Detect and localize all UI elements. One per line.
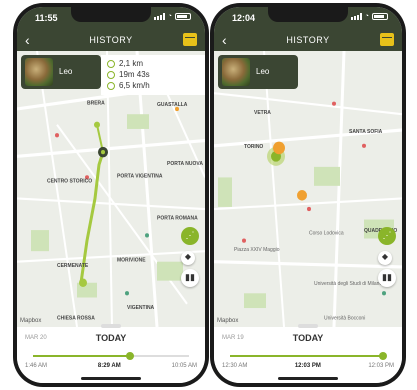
map-label: BRERA <box>87 101 105 107</box>
battery-icon <box>175 13 191 20</box>
map-label: Università Bocconi <box>324 316 365 322</box>
layers-icon: ▮▮ <box>382 272 392 282</box>
route-icon: ⋰ <box>382 230 392 240</box>
time-slider[interactable] <box>230 352 387 360</box>
phone-right: 12:04 ◔ ‹ HISTORY VETRA SANTA SOFIA TORI… <box>210 3 406 387</box>
map-label: SANTA SOFIA <box>349 129 383 135</box>
pet-name: Leo <box>59 67 73 76</box>
map-canvas: VETRA SANTA SOFIA QUADRONNO TORINO Unive… <box>214 51 402 327</box>
stat-speed: 6,5 km/h <box>107 80 199 91</box>
pet-card[interactable]: Leo <box>218 55 298 89</box>
shield-icon: ◆ <box>381 252 389 261</box>
tick-label-selected: 8:29 AM <box>97 363 121 369</box>
map-label: Piazza XXIV Maggio <box>234 247 280 253</box>
signal-icon <box>350 13 362 20</box>
map-label: VETRA <box>254 110 271 116</box>
route-icon <box>107 59 115 68</box>
map-label: CHIESA ROSSA <box>57 316 95 322</box>
nav-bar: ‹ HISTORY <box>214 29 402 51</box>
day-label: TODAY <box>292 333 324 343</box>
shield-button[interactable]: ◆ <box>181 251 195 265</box>
notch <box>71 7 151 22</box>
map-layers-button[interactable]: ▮▮ <box>181 269 199 287</box>
wifi-icon: ◔ <box>364 13 369 20</box>
map-label: TORINO <box>244 144 263 150</box>
calendar-icon[interactable] <box>183 33 197 46</box>
tick-label: 10:05 AM <box>171 363 197 369</box>
battery-icon <box>372 13 388 20</box>
drag-handle[interactable] <box>101 324 121 328</box>
map-label: PORTA NUOVA <box>167 161 203 167</box>
shield-icon: ◆ <box>184 252 192 261</box>
screenshot-stage: 11:55 ◔ ‹ HISTORY BRERA GUASTALLA PORTA … <box>0 0 417 390</box>
notch <box>268 7 348 22</box>
screen-left: 11:55 ◔ ‹ HISTORY BRERA GUASTALLA PORTA … <box>17 7 205 383</box>
shield-button[interactable]: ◆ <box>378 251 392 265</box>
slider-knob[interactable] <box>125 352 134 360</box>
map-view[interactable]: VETRA SANTA SOFIA QUADRONNO TORINO Unive… <box>214 51 402 327</box>
tick-label: 12:03 PM <box>368 363 394 369</box>
status-bar: 11:55 ◔ <box>17 7 205 29</box>
avatar <box>222 58 250 86</box>
mapbox-logo: Mapbox <box>217 318 239 324</box>
slider-knob[interactable] <box>378 352 387 360</box>
layers-icon: ▮▮ <box>185 272 195 282</box>
status-icons: ◔ <box>350 13 388 20</box>
map-label: CENTRO STORICO <box>47 179 92 185</box>
avatar <box>25 58 53 86</box>
timeline-panel: MAR 20 TODAY 1:46 AM 8:29 AM 10:05 AM <box>17 324 205 383</box>
map-layers-button[interactable]: ▮▮ <box>378 269 396 287</box>
tick-label-selected: 12:03 PM <box>294 363 321 369</box>
route-toggle-button[interactable]: ⋰ <box>181 227 199 245</box>
page-title: HISTORY <box>286 35 330 45</box>
day-label: TODAY <box>95 333 127 343</box>
nav-bar: ‹ HISTORY <box>17 29 205 51</box>
pet-card[interactable]: Leo <box>21 55 101 89</box>
home-indicator <box>81 377 141 380</box>
map-view[interactable]: BRERA GUASTALLA PORTA NUOVA PORTA VIGENT… <box>17 51 205 327</box>
pet-name: Leo <box>256 67 270 76</box>
stat-duration: 19m 43s <box>107 69 199 80</box>
tick-label: 12:30 AM <box>222 363 248 369</box>
slider-fill <box>33 355 130 357</box>
slider-fill <box>230 355 383 357</box>
time-slider[interactable] <box>33 352 189 360</box>
route-icon: ⋰ <box>185 230 195 240</box>
status-time: 11:55 <box>35 13 58 23</box>
tick-label: 1:46 AM <box>25 363 48 369</box>
mapbox-logo: Mapbox <box>20 318 42 324</box>
timeline-panel: MAR 19 TODAY 12:30 AM 12:03 PM 12:03 PM <box>214 324 402 383</box>
route-stats: 2,1 km 19m 43s 6,5 km/h <box>101 55 205 95</box>
status-time: 12:04 <box>232 13 256 23</box>
phone-left: 11:55 ◔ ‹ HISTORY BRERA GUASTALLA PORTA … <box>13 3 209 387</box>
time-ticks: 12:30 AM 12:03 PM 12:03 PM <box>222 363 394 369</box>
signal-icon <box>153 13 165 20</box>
timer-icon <box>107 70 115 79</box>
screen-right: 12:04 ◔ ‹ HISTORY VETRA SANTA SOFIA TORI… <box>214 7 402 383</box>
status-bar: 12:04 ◔ <box>214 7 402 29</box>
map-label: VIGENTINA <box>127 305 154 311</box>
drag-handle[interactable] <box>298 324 318 328</box>
route-toggle-button[interactable]: ⋰ <box>378 227 396 245</box>
map-label: MORIVIONE <box>117 258 146 264</box>
map-label: Corso Lodovica <box>309 230 344 236</box>
page-title: HISTORY <box>89 35 133 45</box>
time-ticks: 1:46 AM 8:29 AM 10:05 AM <box>25 363 197 369</box>
map-label: CERMENATE <box>57 263 89 269</box>
map-label: PORTA VIGENTINA <box>117 173 163 179</box>
map-label: PORTA ROMANA <box>157 215 198 221</box>
home-indicator <box>278 377 338 380</box>
wifi-icon: ◔ <box>167 13 172 20</box>
map-label: GUASTALLA <box>157 102 188 108</box>
calendar-icon[interactable] <box>380 33 394 46</box>
speed-icon <box>107 81 115 90</box>
stat-distance: 2,1 km <box>107 58 199 69</box>
map-label: Università degli Studi di Milano <box>314 281 382 287</box>
status-icons: ◔ <box>153 13 191 20</box>
